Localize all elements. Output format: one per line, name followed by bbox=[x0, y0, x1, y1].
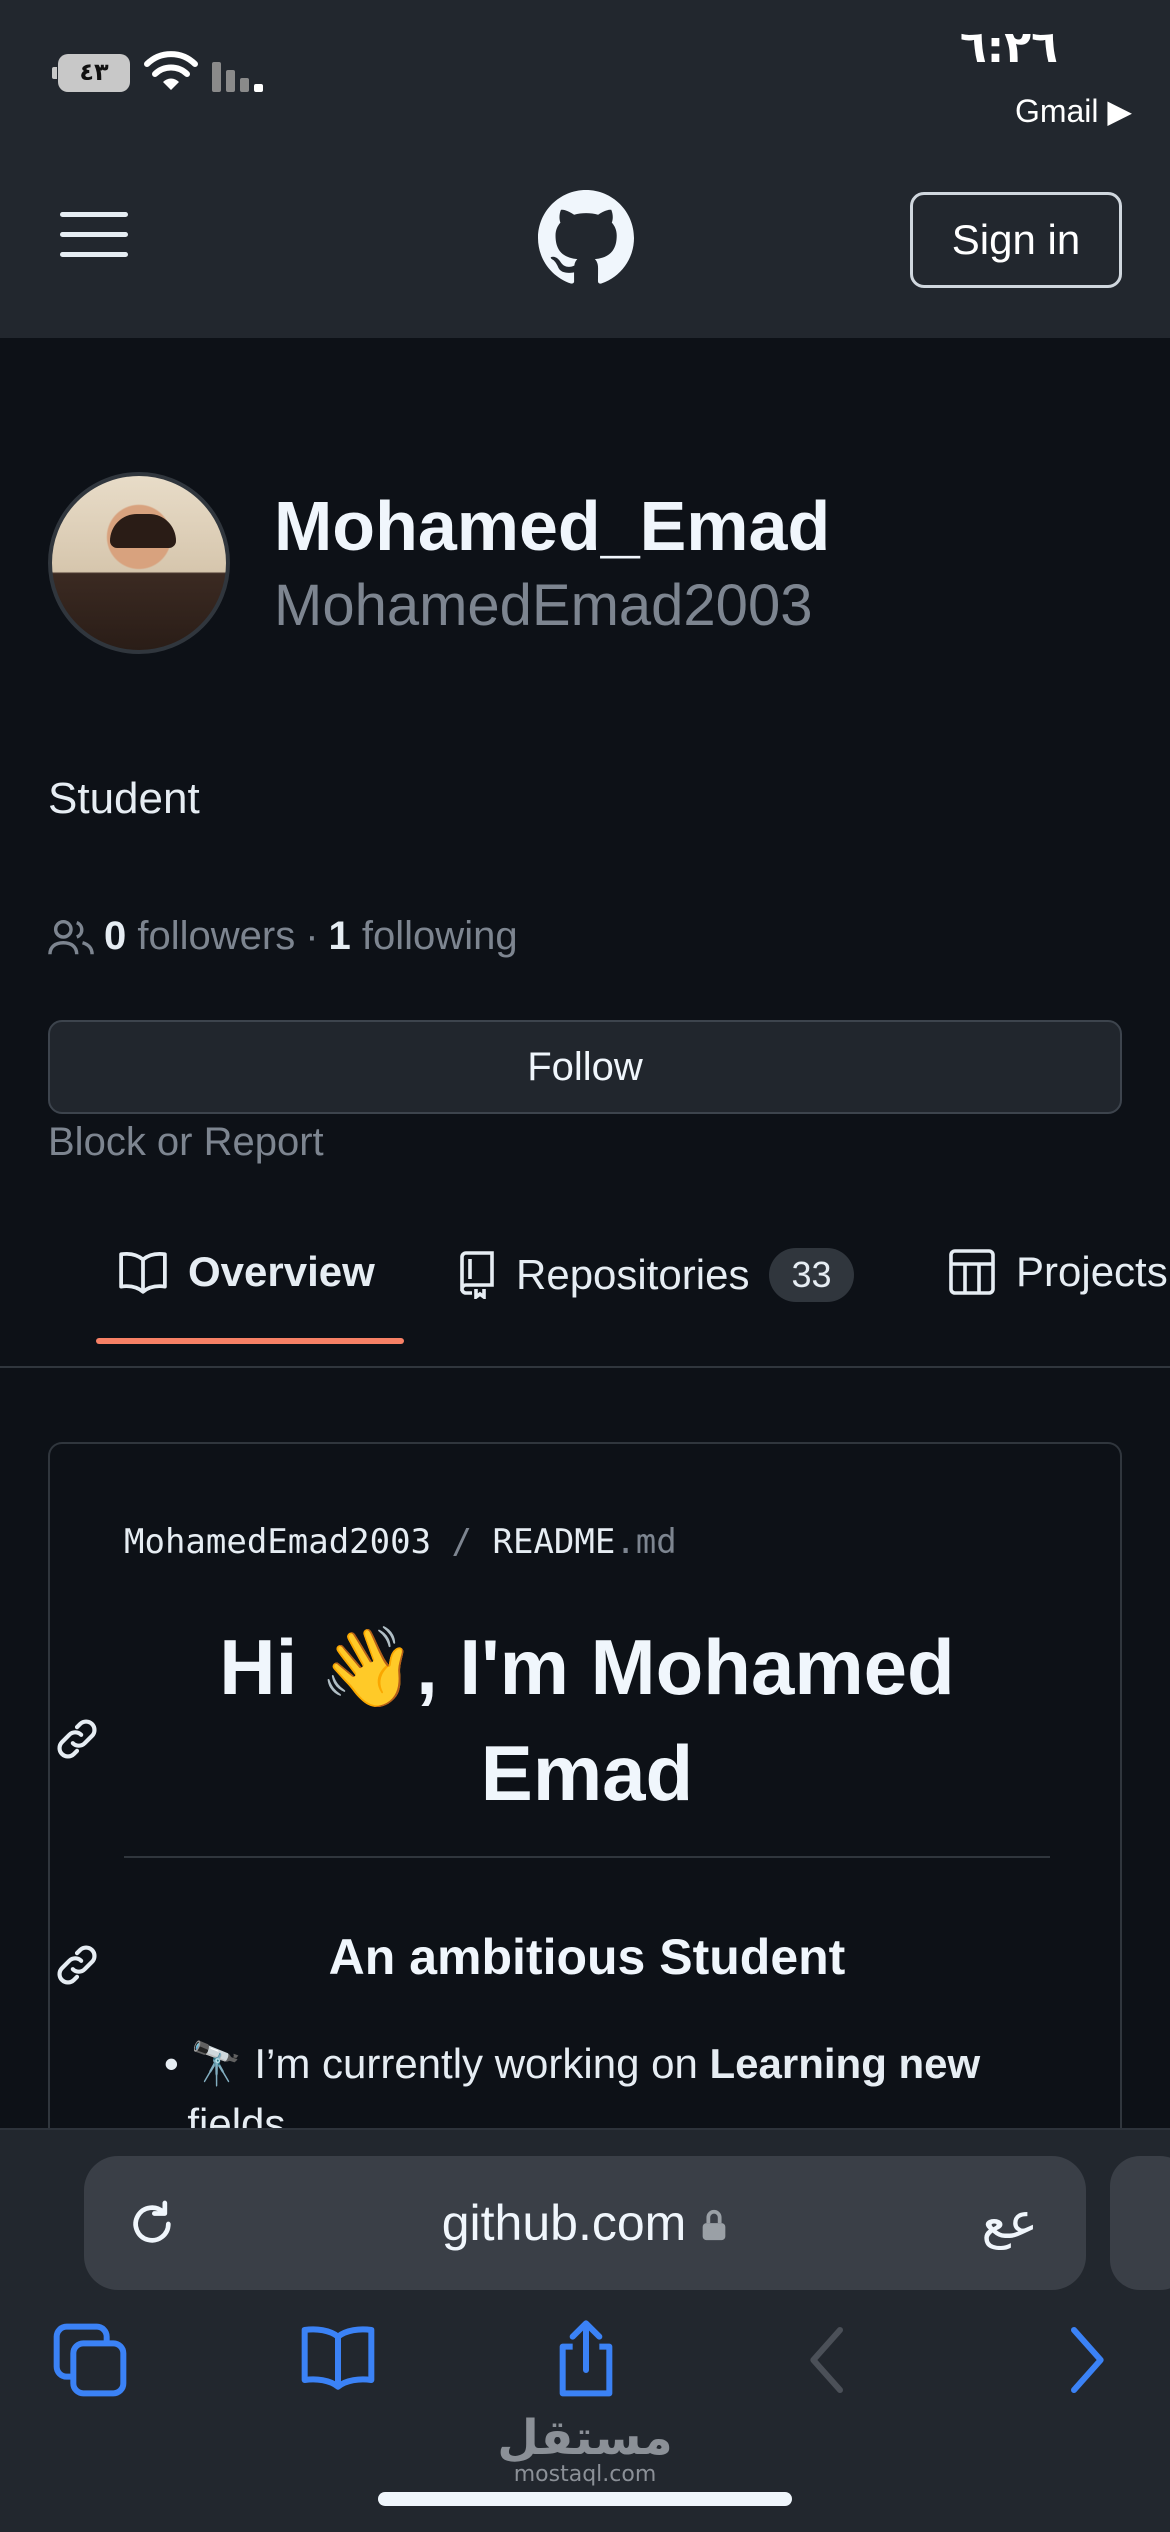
text-size-button[interactable]: عع bbox=[982, 2192, 1038, 2250]
follow-stats: 0 followers · 1 following bbox=[48, 914, 518, 959]
tab-projects[interactable]: Projects bbox=[948, 1248, 1168, 1296]
people-icon bbox=[48, 919, 94, 954]
back-to-app-link[interactable]: Gmail ▶ bbox=[1015, 92, 1132, 130]
followers-count: 0 bbox=[104, 914, 127, 958]
follow-button[interactable]: Follow bbox=[48, 1020, 1122, 1114]
tab-overview-label: Overview bbox=[188, 1248, 375, 1295]
divider bbox=[124, 1856, 1050, 1858]
tabs-icon[interactable] bbox=[50, 2320, 130, 2400]
repositories-count-badge: 33 bbox=[769, 1248, 854, 1302]
following-link[interactable]: 1 following bbox=[329, 914, 518, 959]
avatar[interactable] bbox=[48, 472, 230, 654]
status-bar: ٤٣ ٦:٢٦ Gmail ▶ bbox=[0, 0, 1170, 140]
repo-icon bbox=[460, 1251, 494, 1299]
profile-bio: Student bbox=[48, 774, 200, 823]
address-bar[interactable]: github.com عع bbox=[84, 2156, 1086, 2290]
clock: ٦:٢٦ bbox=[959, 22, 1058, 73]
tab-overview[interactable]: Overview bbox=[118, 1248, 375, 1296]
watermark-brand: مستقل bbox=[497, 2410, 673, 2466]
list-item: • 🔭 I’m currently working on Learning ne… bbox=[164, 2034, 980, 2142]
readme-breadcrumb: MohamedEmad2003 / README.md bbox=[124, 1522, 677, 1562]
menu-icon[interactable] bbox=[60, 212, 128, 258]
back-icon[interactable] bbox=[790, 2320, 870, 2400]
next-tab-preview[interactable] bbox=[1110, 2156, 1170, 2290]
profile-tabs: Overview Repositories 33 Projects bbox=[0, 1218, 1170, 1368]
book-icon bbox=[119, 1252, 167, 1294]
profile-display-name: Mohamed_Emad bbox=[274, 487, 831, 565]
profile-username: MohamedEmad2003 bbox=[274, 573, 813, 638]
anchor-link-icon[interactable] bbox=[52, 1714, 102, 1764]
list-item-bold: Learning new bbox=[709, 2040, 981, 2087]
watermark: مستقل mostaql.com bbox=[0, 2410, 1170, 2487]
wifi-icon bbox=[144, 51, 198, 90]
github-logo-icon[interactable] bbox=[538, 190, 634, 286]
readme-card: MohamedEmad2003 / README.md Hi 👋, I'm Mo… bbox=[48, 1442, 1122, 2142]
sign-in-button[interactable]: Sign in bbox=[910, 192, 1122, 288]
lock-icon bbox=[702, 2209, 726, 2241]
following-count: 1 bbox=[328, 914, 351, 958]
github-header: Sign in bbox=[0, 140, 1170, 338]
readme-file-name[interactable]: README.md bbox=[493, 1522, 677, 1562]
followers-link[interactable]: 0 followers bbox=[104, 914, 295, 959]
readme-heading: Hi 👋, I'm Mohamed Emad bbox=[124, 1614, 1050, 1826]
readme-heading-line-2: Emad bbox=[480, 1729, 694, 1817]
tab-repositories[interactable]: Repositories 33 bbox=[456, 1248, 854, 1302]
home-indicator[interactable] bbox=[378, 2492, 792, 2506]
tab-repositories-label: Repositories bbox=[516, 1251, 750, 1298]
watermark-domain: mostaql.com bbox=[513, 2462, 657, 2487]
separator-dot: · bbox=[305, 914, 319, 958]
table-icon bbox=[949, 1249, 995, 1295]
block-or-report-link[interactable]: Block or Report bbox=[48, 1120, 324, 1165]
breadcrumb-separator: / bbox=[451, 1522, 473, 1562]
followers-label: followers bbox=[137, 914, 296, 958]
readme-heading-line-1: Hi 👋, I'm Mohamed bbox=[219, 1623, 955, 1711]
anchor-link-icon[interactable] bbox=[52, 1940, 102, 1990]
tab-projects-label: Projects bbox=[1016, 1248, 1168, 1295]
bookmarks-icon[interactable] bbox=[298, 2320, 378, 2400]
share-icon[interactable] bbox=[546, 2320, 626, 2400]
readme-subheading: An ambitious Student bbox=[328, 1929, 846, 1985]
following-label: following bbox=[361, 914, 518, 958]
url-text: github.com bbox=[84, 2194, 1086, 2252]
battery-icon: ٤٣ bbox=[52, 54, 130, 92]
cellular-signal-icon bbox=[212, 62, 263, 92]
forward-icon[interactable] bbox=[1044, 2320, 1124, 2400]
readme-owner-link[interactable]: MohamedEmad2003 bbox=[124, 1522, 431, 1562]
list-item-text: 🔭 I’m currently working on bbox=[190, 2040, 710, 2087]
active-tab-indicator bbox=[96, 1338, 404, 1344]
